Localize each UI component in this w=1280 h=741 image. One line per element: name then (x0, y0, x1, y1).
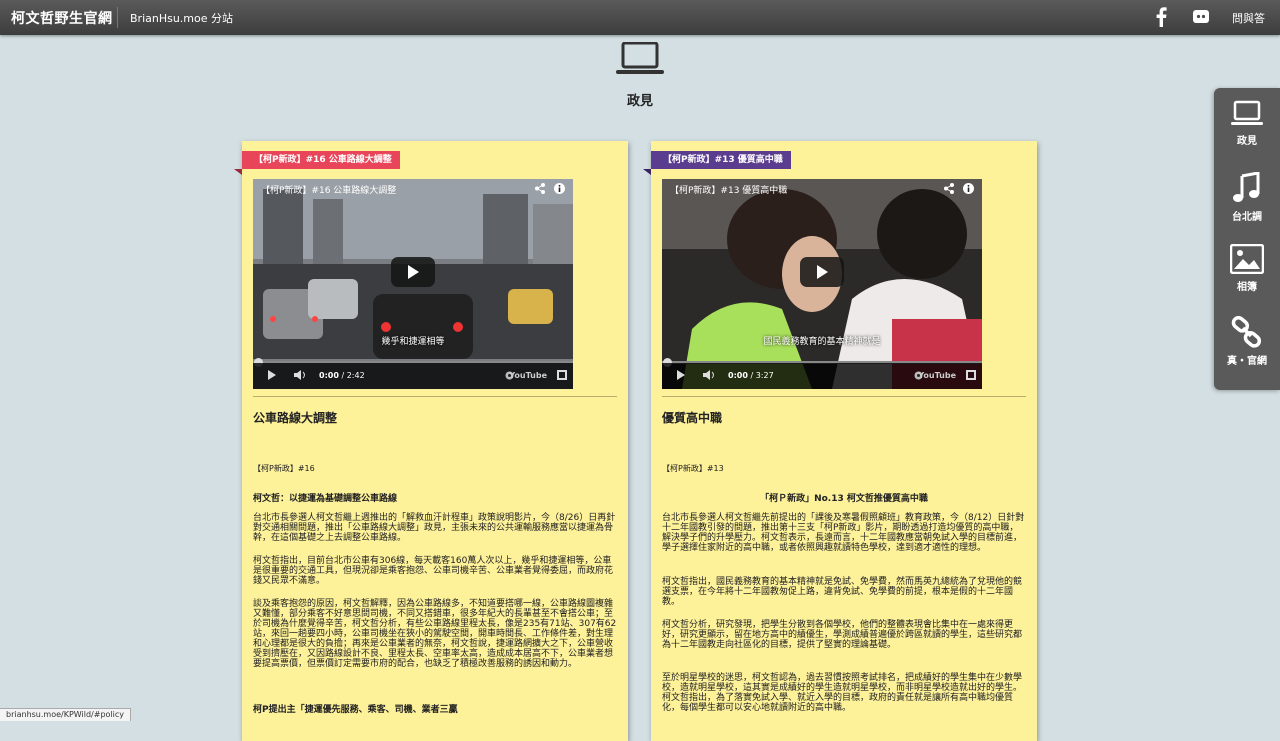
divider (662, 396, 1026, 397)
post-title[interactable]: 公車路線大調整 (253, 409, 337, 426)
post-paragraph: 談及乘客抱怨的原因，柯文哲解釋，因為公車路線多，不知道要搭哪一線，公車路線圖複雜… (253, 599, 617, 669)
video-player[interactable]: 【柯P新政】#16 公車路線大調整 幾乎和捷運相等 0:00 / 2:42 Yo… (253, 179, 573, 389)
nav-item-official[interactable]: 真・官網 (1214, 316, 1280, 367)
post-paragraph: 柯P提出主「捷運優先服務、乘客、司機、業者三贏 (253, 705, 458, 715)
play-icon[interactable] (676, 369, 686, 381)
fullscreen-icon[interactable] (557, 370, 567, 380)
play-icon[interactable] (267, 369, 277, 381)
nav-item-album[interactable]: 相簿 (1214, 244, 1280, 293)
nav-label: 真・官網 (1227, 356, 1267, 367)
share-icon[interactable] (944, 183, 954, 194)
video-subtitle: 國民義務教育的基本精神就是 (763, 337, 881, 347)
post-paragraph: 台北市長參選人柯文哲繼先前提出的「課後及寒暑假照顧班」教育政策，今（8/12）日… (662, 513, 1025, 553)
youtube-logo[interactable]: YouTube (918, 371, 956, 380)
post-tag: 【柯P新政】#16 (253, 464, 315, 473)
video-title: 【柯P新政】#16 公車路線大調整 (261, 186, 397, 196)
play-button[interactable] (800, 257, 844, 287)
branch-link[interactable]: BrianHsu.moe 分站 (130, 10, 233, 26)
play-button[interactable] (391, 257, 435, 287)
video-time: 0:00 / 3:27 (728, 371, 774, 380)
music-note-icon (1233, 172, 1260, 202)
post-title[interactable]: 優質高中職 (662, 409, 722, 426)
post-paragraph: 柯文哲指出，國民義務教育的基本精神就是免試、免學費，然而馬英九總統為了兌現他的競… (662, 577, 1023, 607)
share-icon[interactable] (535, 183, 545, 194)
nav-item-song[interactable]: 台北調 (1214, 172, 1280, 223)
ribbon-fold (234, 169, 242, 175)
policy-card: 【柯P新政】#13 優質高中職 【柯P新政】#13 優質高中職 國民義務教育的基… (651, 141, 1037, 741)
qa-link[interactable]: 問與答 (1232, 10, 1265, 26)
nav-label: 相簿 (1237, 282, 1257, 293)
video-controls: 0:00 / 3:27 YouTube (662, 363, 982, 389)
nav-item-policy[interactable]: 政見 (1214, 100, 1280, 147)
chat-icon[interactable] (1192, 8, 1210, 26)
right-nav: 政見 台北調 相簿 真・官網 (1214, 88, 1280, 390)
status-url: brianhsu.moe/KPWild/#policy (0, 708, 131, 721)
nav-label: 政見 (1237, 136, 1257, 147)
video-title: 【柯P新政】#13 優質高中職 (670, 186, 788, 196)
youtube-logo[interactable]: YouTube (509, 371, 547, 380)
facebook-icon[interactable] (1154, 7, 1168, 27)
volume-icon[interactable] (293, 369, 307, 381)
card-ribbon: 【柯P新政】#13 優質高中職 (651, 151, 791, 169)
time-total: / 2:42 (341, 371, 365, 380)
nav-label: 台北調 (1232, 212, 1262, 223)
divider (117, 7, 118, 28)
post-subhead: 柯文哲：以捷運為基礎調整公車路線 (253, 494, 398, 504)
post-subhead: 「柯Ｐ新政」No.13 柯文哲推優質高中職 (760, 494, 928, 504)
video-player[interactable]: 【柯P新政】#13 優質高中職 國民義務教育的基本精神就是 0:00 / 3:2… (662, 179, 982, 389)
time-current: 0:00 (319, 371, 339, 380)
site-title[interactable]: 柯文哲野生官網 (11, 8, 113, 28)
card-ribbon: 【柯P新政】#16 公車路線大調整 (242, 151, 400, 169)
section-title: 政見 (626, 94, 653, 109)
post-paragraph: 柯文哲指出，目前台北市公車有306線，每天載客160萬人次以上，幾乎和捷運相等，… (253, 556, 614, 586)
info-icon[interactable] (554, 183, 565, 194)
volume-icon[interactable] (702, 369, 716, 381)
laptop-icon (1231, 100, 1263, 125)
video-controls: 0:00 / 2:42 YouTube (253, 363, 573, 389)
link-icon (1231, 316, 1262, 348)
policy-card: 【柯P新政】#16 公車路線大調整 【柯P新政】#16 公車路線大調整 幾乎和捷… (242, 141, 628, 741)
fullscreen-icon[interactable] (966, 370, 976, 380)
info-icon[interactable] (963, 183, 974, 194)
post-paragraph: 至於明星學校的迷思，柯文哲認為，過去習慣按照考試排名，把成績好的學生集中在少數學… (662, 673, 1023, 713)
divider (253, 396, 617, 397)
post-tag: 【柯P新政】#13 (662, 464, 724, 473)
video-time: 0:00 / 2:42 (319, 371, 365, 380)
post-paragraph: 柯文哲分析，研究發現，把學生分散到各個學校，他們的整體表現會比集中在一處來得更好… (662, 620, 1023, 650)
photo-icon (1230, 244, 1264, 274)
post-paragraph: 台北市長參選人柯文哲繼上週推出的「解救血汗計程車」政策說明影片，今（8/26）日… (253, 513, 616, 543)
laptop-icon (616, 42, 664, 74)
time-total: / 3:27 (750, 371, 774, 380)
top-bar: 柯文哲野生官網 BrianHsu.moe 分站 問與答 (0, 0, 1280, 35)
time-current: 0:00 (728, 371, 748, 380)
ribbon-fold (643, 169, 651, 175)
video-subtitle: 幾乎和捷運相等 (381, 337, 445, 347)
